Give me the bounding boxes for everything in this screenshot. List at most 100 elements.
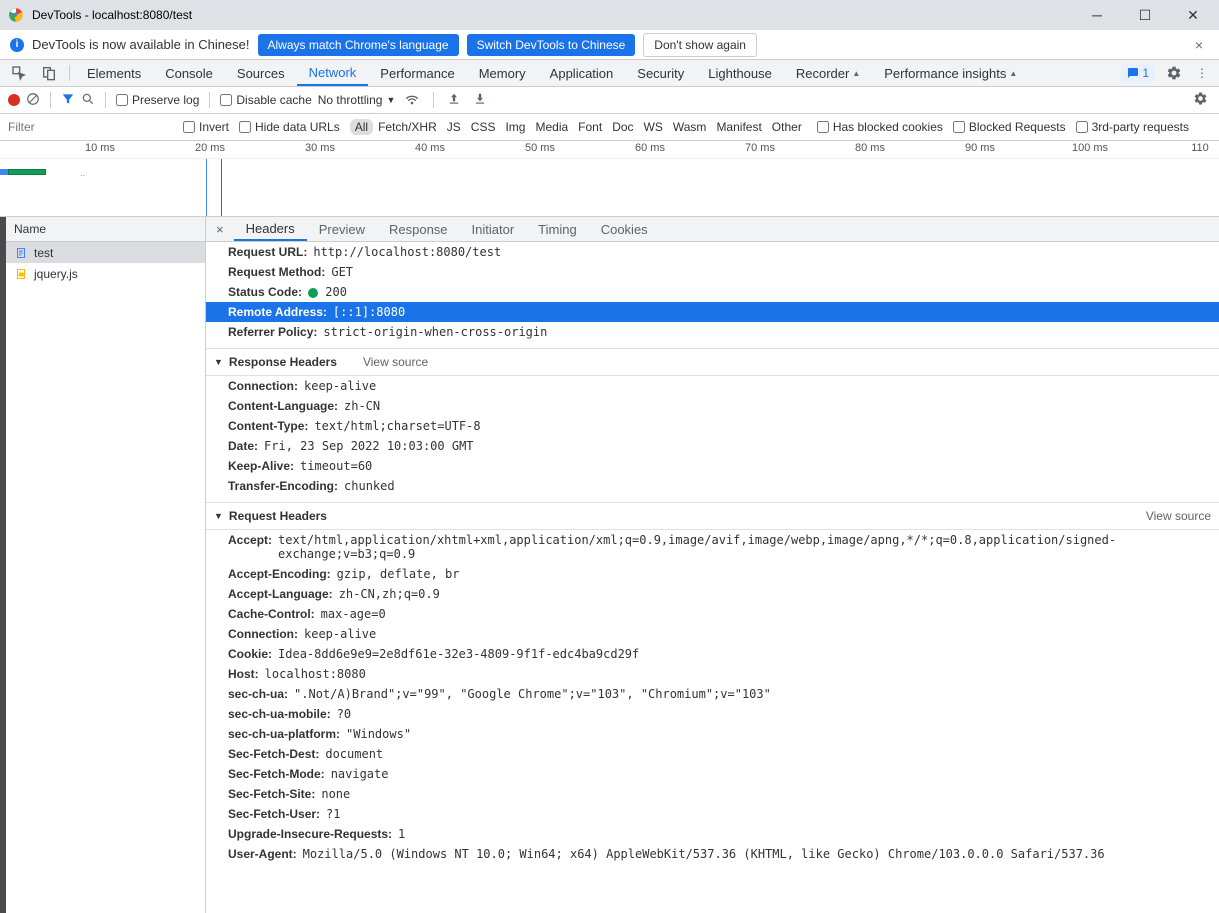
download-har-icon[interactable] — [470, 92, 490, 109]
header-row[interactable]: Accept:text/html,application/xhtml+xml,a… — [206, 530, 1219, 564]
preserve-log-checkbox[interactable]: Preserve log — [116, 93, 199, 107]
tab-security[interactable]: Security — [625, 60, 696, 86]
request-row[interactable]: JSjquery.js — [6, 263, 205, 284]
close-button[interactable]: ✕ — [1179, 7, 1207, 24]
header-row[interactable]: Host:localhost:8080 — [206, 664, 1219, 684]
detail-tab-headers[interactable]: Headers — [234, 217, 307, 241]
infobar-close-icon[interactable]: × — [1189, 37, 1209, 53]
header-row[interactable]: sec-ch-ua:".Not/A)Brand";v="99", "Google… — [206, 684, 1219, 704]
network-timeline[interactable]: 10 ms20 ms30 ms40 ms50 ms60 ms70 ms80 ms… — [0, 141, 1219, 217]
detail-tab-timing[interactable]: Timing — [526, 217, 589, 241]
type-filter-img[interactable]: Img — [500, 119, 530, 135]
tab-elements[interactable]: Elements — [75, 60, 153, 86]
issues-badge[interactable]: 1 — [1121, 64, 1155, 82]
type-filter-media[interactable]: Media — [530, 119, 573, 135]
blocked-requests-checkbox[interactable]: Blocked Requests — [953, 120, 1066, 134]
request-row[interactable]: test — [6, 242, 205, 263]
clear-button[interactable] — [26, 92, 40, 109]
always-match-button[interactable]: Always match Chrome's language — [258, 34, 459, 56]
request-headers-section[interactable]: ▼ Request Headers View source — [206, 502, 1219, 530]
detail-tab-initiator[interactable]: Initiator — [460, 217, 527, 241]
tab-memory[interactable]: Memory — [467, 60, 538, 86]
type-filter-all[interactable]: All — [350, 119, 373, 135]
network-conditions-icon[interactable] — [401, 91, 423, 110]
header-row[interactable]: Transfer-Encoding:chunked — [206, 476, 1219, 496]
tab-sources[interactable]: Sources — [225, 60, 297, 86]
settings-icon[interactable] — [1159, 60, 1189, 86]
type-filter-doc[interactable]: Doc — [607, 119, 638, 135]
header-row[interactable]: Keep-Alive:timeout=60 — [206, 456, 1219, 476]
search-icon[interactable] — [81, 92, 95, 109]
tab-network[interactable]: Network — [297, 60, 369, 86]
header-row[interactable]: Request URL:http://localhost:8080/test — [206, 242, 1219, 262]
throttling-select[interactable]: No throttling▼ — [318, 93, 396, 107]
type-filter-other[interactable]: Other — [767, 119, 807, 135]
tab-recorder[interactable]: Recorder ▲ — [784, 60, 872, 86]
header-row[interactable]: Content-Language:zh-CN — [206, 396, 1219, 416]
view-source-link[interactable]: View source — [363, 355, 428, 369]
request-list-header[interactable]: Name — [6, 217, 205, 242]
more-menu-icon[interactable]: ⋮ — [1189, 60, 1215, 86]
header-row[interactable]: Connection:keep-alive — [206, 624, 1219, 644]
record-button[interactable] — [8, 94, 20, 106]
invert-checkbox[interactable]: Invert — [183, 120, 229, 134]
header-row[interactable]: Accept-Language:zh-CN,zh;q=0.9 — [206, 584, 1219, 604]
tab-performance[interactable]: Performance — [368, 60, 466, 86]
view-source-link[interactable]: View source — [1146, 509, 1211, 523]
tab-application[interactable]: Application — [538, 60, 626, 86]
filter-input[interactable] — [8, 120, 173, 134]
maximize-button[interactable]: ☐ — [1131, 7, 1159, 24]
hide-data-urls-checkbox[interactable]: Hide data URLs — [239, 120, 340, 134]
close-details-icon[interactable]: × — [206, 217, 234, 241]
tab-lighthouse[interactable]: Lighthouse — [696, 60, 784, 86]
header-row[interactable]: Content-Type:text/html;charset=UTF-8 — [206, 416, 1219, 436]
timeline-tick: 30 ms — [305, 142, 335, 154]
header-row[interactable]: Remote Address:[::1]:8080 — [206, 302, 1219, 322]
detail-tab-preview[interactable]: Preview — [307, 217, 377, 241]
response-headers-section[interactable]: ▼ Response Headers View source — [206, 348, 1219, 376]
header-row[interactable]: User-Agent:Mozilla/5.0 (Windows NT 10.0;… — [206, 844, 1219, 864]
header-row[interactable]: Cache-Control:max-age=0 — [206, 604, 1219, 624]
disable-cache-checkbox[interactable]: Disable cache — [220, 93, 311, 107]
has-blocked-cookies-checkbox[interactable]: Has blocked cookies — [817, 120, 943, 134]
headers-pane[interactable]: Request URL:http://localhost:8080/testRe… — [206, 242, 1219, 913]
device-toolbar-icon[interactable] — [34, 60, 64, 86]
header-row[interactable]: Sec-Fetch-User:?1 — [206, 804, 1219, 824]
switch-language-button[interactable]: Switch DevTools to Chinese — [467, 34, 636, 56]
filter-toggle-icon[interactable] — [61, 92, 75, 109]
dont-show-button[interactable]: Don't show again — [643, 33, 757, 57]
header-row[interactable]: Referrer Policy:strict-origin-when-cross… — [206, 322, 1219, 342]
header-row[interactable]: Status Code: 200 — [206, 282, 1219, 302]
tab-performance-insights[interactable]: Performance insights ▲ — [872, 60, 1029, 86]
type-filter-ws[interactable]: WS — [639, 119, 668, 135]
header-row[interactable]: sec-ch-ua-mobile:?0 — [206, 704, 1219, 724]
header-row[interactable]: Sec-Fetch-Dest:document — [206, 744, 1219, 764]
detail-tab-response[interactable]: Response — [377, 217, 460, 241]
header-row[interactable]: Upgrade-Insecure-Requests:1 — [206, 824, 1219, 844]
header-row[interactable]: Sec-Fetch-Site:none — [206, 784, 1219, 804]
inspect-element-icon[interactable] — [4, 60, 34, 86]
header-row[interactable]: Request Method:GET — [206, 262, 1219, 282]
type-filter-js[interactable]: JS — [442, 119, 466, 135]
type-filter-font[interactable]: Font — [573, 119, 607, 135]
tab-console[interactable]: Console — [153, 60, 225, 86]
type-filter-css[interactable]: CSS — [466, 119, 501, 135]
third-party-checkbox[interactable]: 3rd-party requests — [1076, 120, 1189, 134]
header-row[interactable]: Sec-Fetch-Mode:navigate — [206, 764, 1219, 784]
language-infobar: i DevTools is now available in Chinese! … — [0, 30, 1219, 60]
header-key: sec-ch-ua-platform: — [228, 727, 340, 741]
header-key: Remote Address: — [228, 305, 327, 319]
type-filter-fetch-xhr[interactable]: Fetch/XHR — [373, 119, 442, 135]
header-row[interactable]: sec-ch-ua-platform:"Windows" — [206, 724, 1219, 744]
detail-tab-cookies[interactable]: Cookies — [589, 217, 660, 241]
minimize-button[interactable]: ─ — [1083, 7, 1111, 24]
header-row[interactable]: Connection:keep-alive — [206, 376, 1219, 396]
header-value: localhost:8080 — [265, 667, 366, 681]
type-filter-manifest[interactable]: Manifest — [711, 119, 766, 135]
network-settings-icon[interactable] — [1190, 91, 1211, 109]
header-row[interactable]: Accept-Encoding:gzip, deflate, br — [206, 564, 1219, 584]
upload-har-icon[interactable] — [444, 92, 464, 109]
header-row[interactable]: Date:Fri, 23 Sep 2022 10:03:00 GMT — [206, 436, 1219, 456]
header-row[interactable]: Cookie:Idea-8dd6e9e9=2e8df61e-32e3-4809-… — [206, 644, 1219, 664]
type-filter-wasm[interactable]: Wasm — [668, 119, 712, 135]
